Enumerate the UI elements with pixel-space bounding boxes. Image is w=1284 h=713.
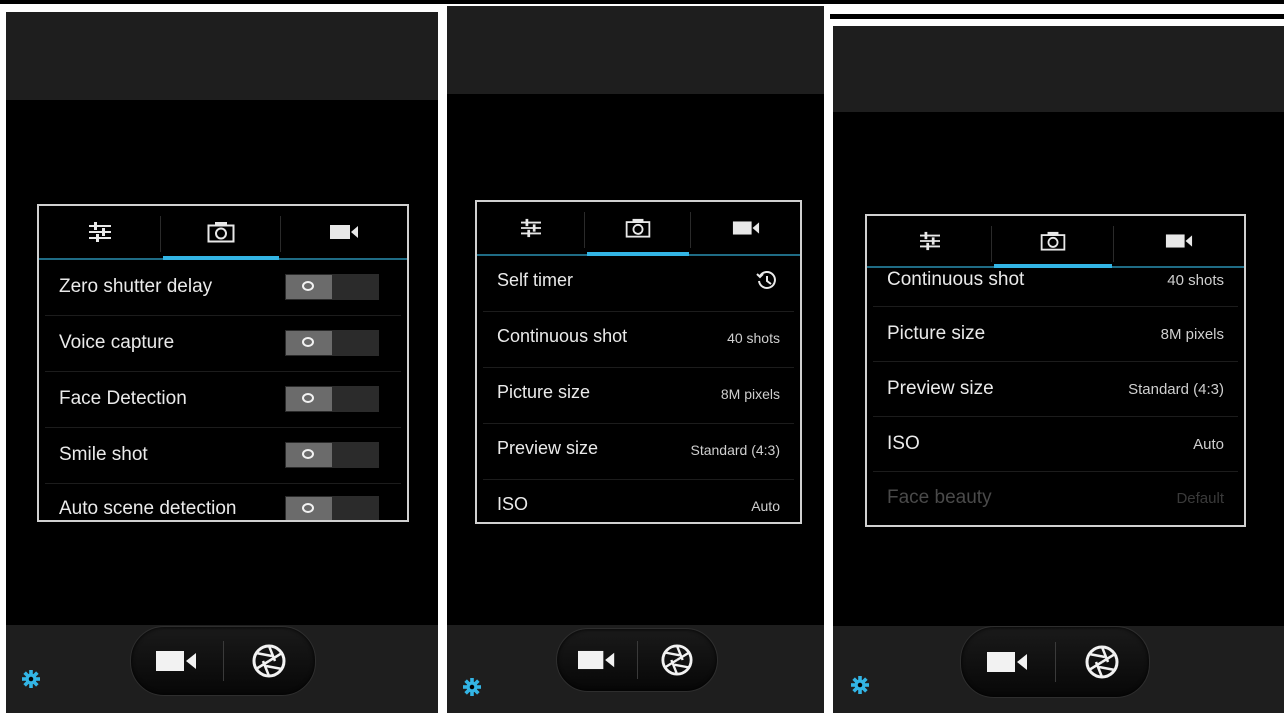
tab-general-settings[interactable] bbox=[39, 206, 161, 258]
setting-label: Picture size bbox=[497, 382, 591, 402]
status-area bbox=[833, 26, 1284, 112]
setting-row-zero-shutter-delay[interactable]: Zero shutter delay bbox=[45, 260, 401, 316]
settings-panel: Self timer Continuous shot 40 shots Pict… bbox=[475, 200, 802, 524]
setting-row-self-timer[interactable]: Self timer bbox=[483, 256, 794, 312]
setting-label: Voice capture bbox=[59, 332, 175, 353]
setting-label: ISO bbox=[497, 494, 529, 514]
settings-panel: Zero shutter delay Voice capture Face De… bbox=[37, 204, 409, 522]
capture-controls bbox=[130, 626, 316, 696]
shutter-button[interactable] bbox=[637, 629, 717, 691]
tab-general-settings[interactable] bbox=[867, 216, 992, 266]
shutter-icon bbox=[661, 644, 693, 676]
shutter-icon bbox=[1085, 645, 1119, 679]
shutter-button[interactable] bbox=[1055, 627, 1149, 697]
capture-controls bbox=[960, 626, 1150, 698]
top-border-right bbox=[830, 14, 1284, 19]
setting-label: Picture size bbox=[887, 323, 986, 344]
zero-shutter-delay-toggle[interactable] bbox=[285, 274, 379, 300]
camera-icon bbox=[625, 218, 651, 238]
setting-row-continuous-shot[interactable]: Continuous shot 40 shots bbox=[873, 268, 1238, 307]
setting-label: Continuous shot bbox=[497, 326, 628, 346]
phone-screen-1: Zero shutter delay Voice capture Face De… bbox=[6, 12, 438, 713]
shutter-icon bbox=[252, 644, 286, 678]
setting-label: Preview size bbox=[497, 438, 599, 458]
voice-capture-toggle[interactable] bbox=[285, 330, 379, 356]
shutter-button[interactable] bbox=[223, 627, 315, 695]
top-border bbox=[0, 0, 1284, 4]
gear-icon bbox=[851, 676, 869, 694]
setting-value: 40 shots bbox=[727, 330, 780, 346]
setting-row-iso[interactable]: ISO Auto bbox=[483, 480, 794, 522]
setting-label: Zero shutter delay bbox=[59, 276, 213, 297]
video-camera-icon bbox=[987, 652, 1027, 672]
video-record-button[interactable] bbox=[131, 627, 223, 695]
setting-label: Face Detection bbox=[59, 388, 187, 409]
setting-row-voice-capture[interactable]: Voice capture bbox=[45, 316, 401, 372]
settings-gear-button[interactable] bbox=[22, 670, 40, 688]
setting-value: Default bbox=[1176, 490, 1224, 507]
setting-value: 8M pixels bbox=[720, 386, 780, 402]
setting-value: Auto bbox=[751, 498, 780, 514]
tab-camera-settings[interactable] bbox=[585, 202, 691, 256]
setting-value: 8M pixels bbox=[1160, 326, 1224, 343]
gear-icon bbox=[463, 678, 481, 696]
video-camera-icon bbox=[330, 225, 358, 239]
auto-scene-detection-toggle[interactable] bbox=[285, 496, 379, 520]
setting-row-picture-size[interactable]: Picture size 8M pixels bbox=[873, 307, 1238, 362]
settings-sliders-icon bbox=[521, 218, 541, 238]
setting-label: Auto scene detection bbox=[59, 498, 237, 519]
setting-value: Standard (4:3) bbox=[1128, 381, 1224, 398]
setting-label: Face beauty bbox=[887, 487, 992, 508]
camera-icon bbox=[1040, 231, 1066, 251]
setting-label: Smile shot bbox=[59, 444, 148, 465]
settings-sliders-icon bbox=[89, 222, 111, 242]
setting-row-auto-scene-detection[interactable]: Auto scene detection bbox=[45, 484, 401, 520]
tab-video-settings[interactable] bbox=[281, 206, 407, 258]
smile-shot-toggle[interactable] bbox=[285, 442, 379, 468]
tab-general-settings[interactable] bbox=[477, 202, 585, 254]
face-detection-toggle[interactable] bbox=[285, 386, 379, 412]
phone-screen-2: Self timer Continuous shot 40 shots Pict… bbox=[447, 6, 824, 713]
capture-controls bbox=[556, 628, 718, 692]
tab-video-settings[interactable] bbox=[1114, 216, 1244, 266]
setting-label: ISO bbox=[887, 433, 920, 454]
video-camera-icon bbox=[732, 221, 759, 235]
status-area bbox=[6, 12, 438, 100]
setting-label: Preview size bbox=[887, 378, 994, 399]
settings-gear-button[interactable] bbox=[463, 678, 481, 696]
tab-camera-settings[interactable] bbox=[161, 206, 281, 260]
setting-row-preview-size[interactable]: Preview size Standard (4:3) bbox=[483, 424, 794, 480]
setting-value: 40 shots bbox=[1167, 272, 1224, 289]
video-record-button[interactable] bbox=[961, 627, 1055, 697]
setting-row-smile-shot[interactable]: Smile shot bbox=[45, 428, 401, 484]
settings-tabs bbox=[477, 202, 800, 256]
tab-camera-settings[interactable] bbox=[992, 216, 1114, 268]
gear-icon bbox=[22, 670, 40, 688]
video-camera-icon bbox=[578, 650, 615, 670]
settings-panel: Continuous shot 40 shots Picture size 8M… bbox=[865, 214, 1246, 527]
setting-row-face-detection[interactable]: Face Detection bbox=[45, 372, 401, 428]
video-record-button[interactable] bbox=[557, 629, 637, 691]
status-area bbox=[447, 6, 824, 94]
phone-screen-3: Continuous shot 40 shots Picture size 8M… bbox=[833, 26, 1284, 713]
setting-label: Continuous shot bbox=[887, 269, 1025, 290]
video-camera-icon bbox=[1165, 234, 1193, 248]
setting-row-preview-size[interactable]: Preview size Standard (4:3) bbox=[873, 362, 1238, 417]
settings-gear-button[interactable] bbox=[851, 676, 869, 694]
timer-icon bbox=[756, 271, 776, 289]
tab-video-settings[interactable] bbox=[691, 202, 800, 254]
camera-icon bbox=[207, 222, 235, 243]
setting-value: Standard (4:3) bbox=[690, 442, 781, 458]
setting-row-iso[interactable]: ISO Auto bbox=[873, 417, 1238, 472]
setting-label: Self timer bbox=[497, 270, 574, 290]
setting-row-face-beauty: Face beauty Default bbox=[873, 472, 1238, 525]
settings-sliders-icon bbox=[919, 231, 940, 251]
setting-row-continuous-shot[interactable]: Continuous shot 40 shots bbox=[483, 312, 794, 368]
settings-tabs bbox=[39, 206, 407, 260]
setting-value: Auto bbox=[1193, 436, 1224, 453]
setting-row-picture-size[interactable]: Picture size 8M pixels bbox=[483, 368, 794, 424]
settings-tabs bbox=[867, 216, 1244, 268]
video-camera-icon bbox=[156, 651, 196, 671]
